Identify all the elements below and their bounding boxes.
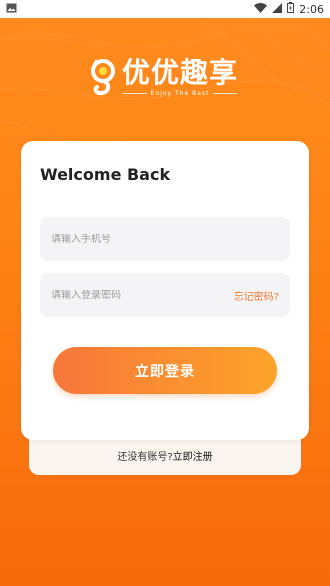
password-field[interactable]: 忘记密码?: [40, 273, 290, 317]
app-logo: 优优趣享 Enjoy The Best: [88, 56, 244, 106]
signal-icon: [272, 2, 283, 16]
password-input[interactable]: [51, 289, 221, 301]
register-prompt: 还没有账号?: [117, 452, 173, 463]
welcome-heading: Welcome Back: [40, 165, 171, 184]
logo-mascot-icon: [91, 59, 115, 96]
forgot-password-link[interactable]: 忘记密码?: [234, 288, 279, 303]
logo-tagline: Enjoy The Best: [150, 90, 210, 97]
phone-input[interactable]: [51, 233, 221, 245]
tagline-divider-left: [122, 93, 147, 94]
wifi-icon: [254, 2, 268, 16]
register-link[interactable]: 立即注册: [173, 452, 213, 463]
image-icon: [6, 3, 17, 16]
battery-icon: [287, 2, 295, 16]
login-button[interactable]: 立即登录: [53, 347, 277, 394]
phone-field[interactable]: [40, 217, 290, 261]
logo-title: 优优趣享: [122, 56, 239, 89]
tagline-divider-right: [213, 93, 238, 94]
login-screen: 2:06 优优趣享 Enjoy The Best 还没有账号?立即注册 Welc…: [0, 0, 330, 586]
login-card: Welcome Back 忘记密码? 立即登录: [21, 141, 309, 440]
register-row: 还没有账号?立即注册: [29, 448, 301, 463]
status-time: 2:06: [299, 2, 324, 16]
status-bar: 2:06: [0, 0, 330, 18]
